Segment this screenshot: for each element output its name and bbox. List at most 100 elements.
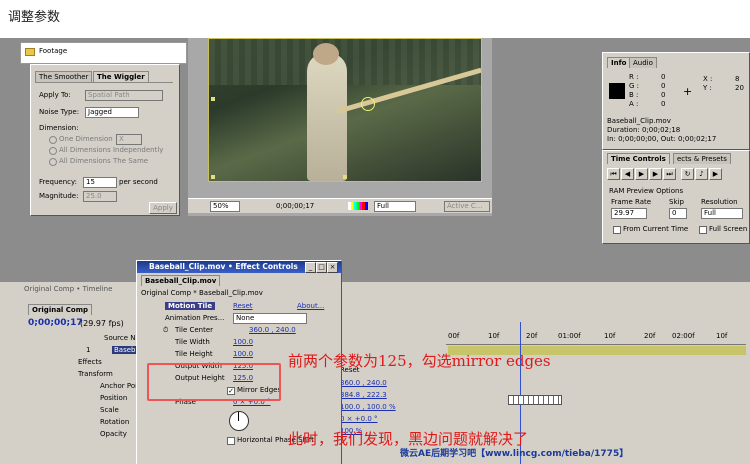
frame-rate-label: Frame Rate bbox=[611, 198, 652, 206]
tab-original-comp[interactable]: Original Comp bbox=[28, 304, 93, 315]
position-keyframes[interactable] bbox=[508, 395, 562, 405]
y-value: 20 bbox=[735, 84, 744, 92]
comp-viewer: 50% 0;00;00;17 Full Active C... bbox=[188, 38, 492, 216]
one-dimension-select[interactable]: X bbox=[116, 134, 142, 145]
prev-frame-icon[interactable]: ◀ bbox=[621, 168, 634, 180]
all-same-label: All Dimensions The Same bbox=[59, 157, 149, 165]
tick-6: 02:00f bbox=[672, 332, 695, 340]
timeline-timecode[interactable]: 0;00;00;17 bbox=[28, 318, 83, 328]
info-in-out: In: 0;00;00;00, Out: 0;00;02;17 bbox=[607, 135, 717, 143]
r-value: 0 bbox=[661, 73, 666, 81]
full-screen-checkbox[interactable] bbox=[699, 226, 707, 234]
ec-row-1-value[interactable]: 100.0 bbox=[233, 338, 253, 346]
footage-label: Footage bbox=[39, 47, 68, 55]
timecode-label[interactable]: 0;00;00;17 bbox=[276, 202, 314, 210]
ram-preview-icon[interactable]: ▶ bbox=[709, 168, 722, 180]
audio-icon[interactable]: ♪ bbox=[695, 168, 708, 180]
close-icon[interactable]: × bbox=[327, 262, 338, 273]
info-panel: Info Audio R : 0 G : 0 B : 0 A : 0 + X :… bbox=[602, 52, 750, 150]
minimize-icon[interactable]: _ bbox=[305, 262, 316, 273]
ram-preview-label: RAM Preview Options bbox=[609, 187, 684, 195]
noise-type-select[interactable]: Jagged bbox=[85, 107, 139, 118]
zoom-select[interactable]: 50% bbox=[210, 201, 240, 212]
all-independent-label: All Dimensions Independently bbox=[59, 146, 164, 154]
annotation-line1: 前两个参数为125，勾选mirror edges bbox=[288, 352, 551, 370]
effects-row[interactable]: Effects bbox=[78, 358, 102, 366]
resolution-select[interactable]: Full bbox=[374, 201, 416, 212]
skip-label: Skip bbox=[669, 198, 684, 206]
horizontal-phase-shift-checkbox[interactable] bbox=[227, 437, 235, 445]
resolution-select-ram[interactable]: Full bbox=[701, 208, 743, 219]
bbox-handle-br[interactable] bbox=[343, 175, 347, 179]
ec-reset-link[interactable]: Reset bbox=[233, 302, 253, 310]
tab-time-controls[interactable]: Time Controls bbox=[607, 153, 670, 164]
x-label: X : bbox=[703, 75, 713, 83]
noise-type-label: Noise Type: bbox=[39, 108, 80, 116]
anchor-point-icon[interactable] bbox=[361, 97, 375, 111]
animation-presets-label: Animation Pres... bbox=[165, 314, 225, 322]
batter-body bbox=[307, 53, 347, 181]
dimension-label: Dimension: bbox=[39, 124, 79, 132]
tab-audio[interactable]: Audio bbox=[629, 57, 657, 68]
skip-input[interactable]: 0 bbox=[669, 208, 687, 219]
rotation-value[interactable]: 0 × +0.0 ° bbox=[340, 415, 378, 423]
ec-about-link[interactable]: About... bbox=[297, 302, 324, 310]
prop-position[interactable]: Position bbox=[100, 394, 127, 402]
prop-scale[interactable]: Scale bbox=[100, 406, 119, 414]
magnitude-input[interactable]: 25.0 bbox=[83, 191, 117, 202]
last-frame-icon[interactable]: ⏭ bbox=[663, 168, 676, 180]
position-value[interactable]: 384.8 , 222.3 bbox=[340, 391, 387, 399]
from-current-checkbox[interactable] bbox=[613, 226, 621, 234]
next-frame-icon[interactable]: ▶ bbox=[649, 168, 662, 180]
scale-value[interactable]: 100.0 , 100.0 % bbox=[340, 403, 396, 411]
batter-head bbox=[313, 43, 339, 65]
anchor-value[interactable]: 360.0 , 240.0 bbox=[340, 379, 387, 387]
tab-wiggler[interactable]: The Wiggler bbox=[93, 71, 149, 82]
time-ruler[interactable]: 00f 10f 20f 01:00f 10f 20f 02:00f 10f bbox=[446, 332, 746, 345]
timeline-fps: (29.97 fps) bbox=[80, 319, 124, 328]
active-camera-select[interactable]: Active C... bbox=[444, 201, 490, 212]
phase-dial[interactable] bbox=[229, 411, 249, 431]
tab-baseball-clip[interactable]: Baseball_Clip.mov bbox=[141, 275, 221, 286]
tab-info[interactable]: Info bbox=[607, 57, 631, 68]
animation-presets-select[interactable]: None bbox=[233, 313, 307, 324]
play-icon[interactable]: ▶ bbox=[635, 168, 648, 180]
a-label: A : bbox=[629, 100, 639, 108]
prop-rotation[interactable]: Rotation bbox=[100, 418, 129, 426]
layer-name[interactable]: Baseb bbox=[112, 346, 138, 354]
bbox-handle-bl[interactable] bbox=[211, 175, 215, 179]
ec-row-0-value[interactable]: 360.0 , 240.0 bbox=[249, 326, 296, 334]
g-value: 0 bbox=[661, 82, 666, 90]
info-duration: Duration: 0;00;02;18 bbox=[607, 126, 681, 134]
stopwatch-icon[interactable]: ⏱ bbox=[163, 326, 168, 335]
comp-frame[interactable] bbox=[208, 38, 482, 182]
first-frame-icon[interactable]: ⏮ bbox=[607, 168, 620, 180]
color-bars-icon[interactable] bbox=[348, 202, 368, 210]
apply-button[interactable]: Apply bbox=[149, 202, 177, 214]
loop-icon[interactable]: ↻ bbox=[681, 168, 694, 180]
ec-row-2-value[interactable]: 100.0 bbox=[233, 350, 253, 358]
apply-to-select[interactable]: Spatial Path bbox=[85, 90, 163, 101]
tab-smoother[interactable]: The Smoother bbox=[35, 71, 93, 82]
transform-row[interactable]: Transform bbox=[78, 370, 113, 378]
radio-all-same[interactable] bbox=[49, 158, 57, 166]
radio-all-independent[interactable] bbox=[49, 147, 57, 155]
maximize-icon[interactable]: □ bbox=[316, 262, 327, 273]
full-screen-label: Full Screen bbox=[709, 225, 748, 233]
prop-opacity[interactable]: Opacity bbox=[100, 430, 127, 438]
project-panel: Footage bbox=[20, 42, 187, 64]
bbox-handle-tl[interactable] bbox=[211, 97, 215, 101]
apply-to-label: Apply To: bbox=[39, 91, 71, 99]
r-label: R : bbox=[629, 73, 639, 81]
tick-3: 01:00f bbox=[558, 332, 581, 340]
magnitude-label: Magnitude: bbox=[39, 192, 79, 200]
radio-one-dimension[interactable] bbox=[49, 136, 57, 144]
frequency-label: Frequency: bbox=[39, 178, 78, 186]
frequency-input[interactable]: 15 bbox=[83, 177, 117, 188]
motion-tile-name[interactable]: Motion Tile bbox=[165, 302, 216, 310]
from-current-label: From Current Time bbox=[623, 225, 689, 233]
prop-anchor-point[interactable]: Anchor Poi bbox=[100, 382, 137, 390]
tab-effects-presets[interactable]: ects & Presets bbox=[673, 153, 731, 164]
frame-rate-select[interactable]: 29.97 bbox=[611, 208, 647, 219]
tick-5: 20f bbox=[644, 332, 656, 340]
